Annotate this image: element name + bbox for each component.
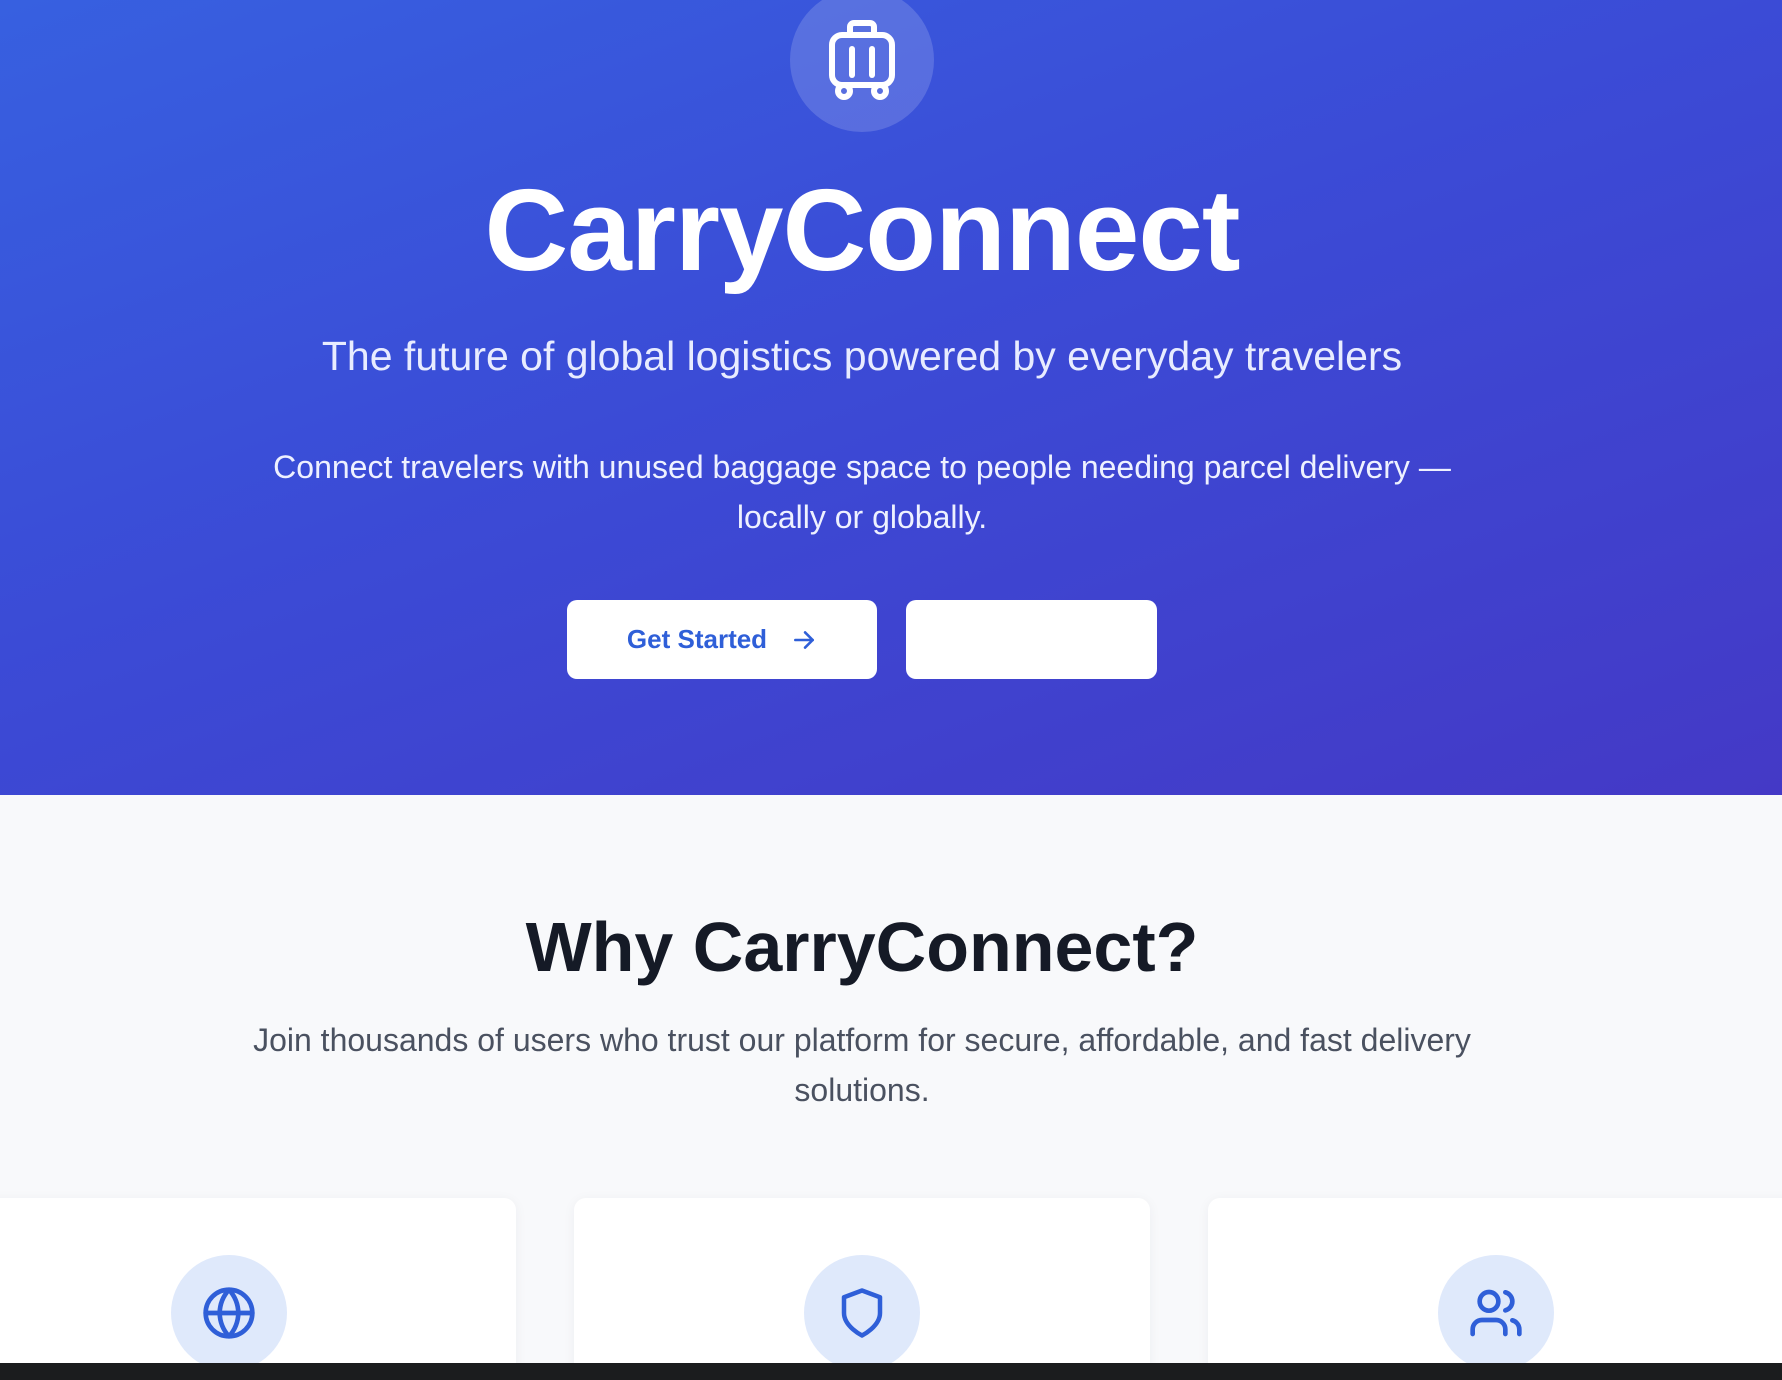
feature-card-global bbox=[0, 1198, 516, 1380]
globe-icon bbox=[203, 1287, 255, 1339]
features-description: Join thousands of users who trust our pl… bbox=[253, 1022, 1471, 1108]
hero-title: CarryConnect bbox=[484, 165, 1240, 295]
arrow-right-icon bbox=[794, 630, 815, 649]
feature-icon-badge bbox=[1438, 1255, 1554, 1371]
features-section: Why CarryConnect? Join thousands of user… bbox=[0, 795, 1782, 1380]
hero-description: Connect travelers with unused baggage sp… bbox=[273, 449, 1451, 535]
secondary-button[interactable] bbox=[906, 600, 1157, 679]
landing-page: CarryConnect The future of global logist… bbox=[0, 0, 1782, 1380]
hero-logo-badge bbox=[790, 0, 934, 132]
hero-section: CarryConnect The future of global logist… bbox=[0, 0, 1782, 795]
feature-icon-badge bbox=[804, 1255, 920, 1371]
feature-card-secure bbox=[574, 1198, 1150, 1380]
shield-icon bbox=[841, 1288, 883, 1338]
bottom-edge-bar bbox=[0, 1363, 1782, 1380]
features-title: Why CarryConnect? bbox=[525, 908, 1199, 986]
get-started-label: Get Started bbox=[626, 624, 768, 654]
users-icon bbox=[1470, 1289, 1522, 1337]
feature-card-community bbox=[1208, 1198, 1782, 1380]
hero-subtitle: The future of global logistics powered b… bbox=[321, 333, 1403, 379]
feature-icon-badge bbox=[171, 1255, 287, 1371]
luggage-icon bbox=[829, 20, 895, 100]
get-started-button[interactable]: Get Started bbox=[567, 600, 877, 679]
